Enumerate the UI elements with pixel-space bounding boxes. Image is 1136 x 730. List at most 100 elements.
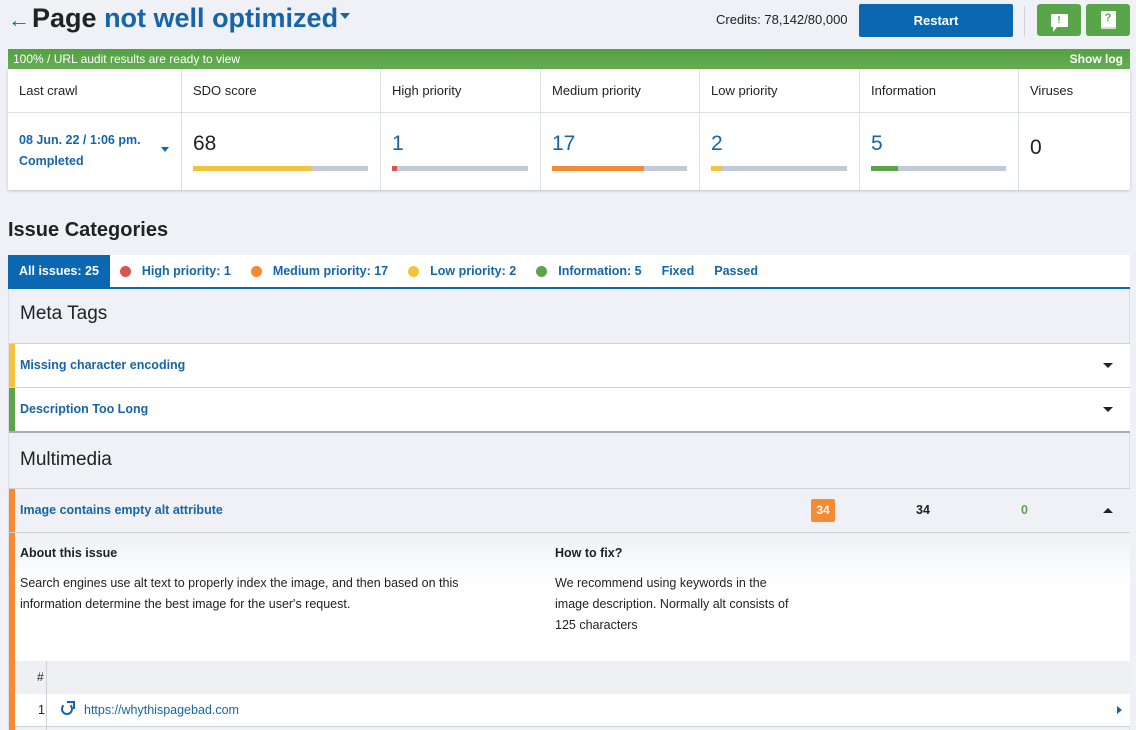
page-title: Page not well optimized: [32, 3, 351, 34]
tab-label: High priority: 1: [141, 264, 231, 278]
feedback-button[interactable]: !: [1037, 4, 1081, 36]
show-log-link[interactable]: Show log: [1070, 49, 1123, 69]
priority-bar-fill: [392, 166, 398, 171]
credits-counter: Credits: 78,142/80,000: [716, 12, 848, 27]
issue-total-count: 34: [916, 503, 930, 517]
external-link-icon[interactable]: [61, 701, 75, 715]
stat-label: Last crawl: [8, 69, 181, 113]
tab-label: Fixed: [661, 264, 695, 278]
top-bar: ← Page not well optimized Credits: 78,14…: [0, 0, 1136, 44]
stats-panel: Last crawl 08 Jun. 22 / 1:06 pm. Complet…: [8, 69, 1130, 190]
priority-indicator: [9, 489, 15, 532]
tab-fixed[interactable]: Fixed: [652, 255, 705, 287]
issue-list: Meta Tags Missing character encoding Des…: [8, 289, 1130, 730]
stat-value[interactable]: 2: [711, 132, 723, 156]
score-bar-fill: [193, 166, 312, 171]
high-priority-dot-icon: [119, 265, 131, 277]
tab-label: Low priority: 2: [430, 264, 517, 278]
tab-high-priority[interactable]: High priority: 1: [110, 255, 241, 287]
medium-priority-dot-icon: [250, 265, 262, 277]
tab-label: Medium priority: 17: [272, 264, 389, 278]
column-header-number: #: [37, 670, 44, 684]
stat-label: SDO score: [182, 69, 380, 113]
stat-value: 68: [193, 132, 217, 155]
exclamation-bubble-icon: !: [1050, 13, 1068, 32]
tab-label: Passed: [714, 264, 759, 278]
urls-table-header: #: [15, 661, 1130, 694]
stat-sdo-score: SDO score 68: [182, 69, 381, 190]
tab-low-priority[interactable]: Low priority: 2: [398, 255, 526, 287]
crawl-date-dropdown[interactable]: 08 Jun. 22 / 1:06 pm. Completed: [19, 130, 141, 172]
stat-high-priority[interactable]: High priority 1: [381, 69, 541, 190]
issue-name[interactable]: Image contains empty alt attribute: [20, 503, 223, 517]
priority-indicator: [9, 533, 15, 662]
fix-text: We recommend using keywords in the image…: [555, 576, 789, 632]
priority-indicator: [9, 388, 15, 431]
url-link[interactable]: https://whythispagebad.com: [84, 703, 239, 717]
tab-all-issues[interactable]: All issues: 25: [8, 255, 110, 287]
priority-bar: [392, 166, 528, 171]
audit-status-bar: 100% / URL audit results are ready to vi…: [8, 49, 1130, 69]
question-book-icon: ?: [1100, 11, 1116, 29]
chevron-down-icon[interactable]: [1103, 407, 1113, 412]
chevron-down-icon[interactable]: [161, 147, 169, 152]
stat-medium-priority[interactable]: Medium priority 17: [541, 69, 700, 190]
information-dot-icon: [536, 265, 548, 277]
stat-viruses: Viruses 0: [1019, 69, 1130, 190]
row-number: 1: [38, 703, 45, 717]
chevron-up-icon[interactable]: [1103, 508, 1113, 513]
stat-label: Medium priority: [541, 69, 699, 113]
status-message: 100% / URL audit results are ready to vi…: [13, 52, 240, 66]
arrow-left-icon[interactable]: ←: [8, 7, 30, 33]
priority-bar-fill: [552, 166, 644, 171]
priority-bar: [552, 166, 687, 171]
chevron-down-icon[interactable]: [1103, 363, 1113, 368]
fix-title: How to fix?: [555, 546, 623, 560]
about-issue: About this issue Search engines use alt …: [20, 546, 500, 615]
divider: [1024, 6, 1025, 36]
tab-label: All issues: 25: [19, 264, 99, 278]
column-divider: [46, 661, 47, 730]
tab-label: Information: 5: [558, 264, 642, 278]
stat-low-priority[interactable]: Low priority 2: [700, 69, 860, 190]
priority-bar-fill: [871, 166, 898, 171]
issue-name[interactable]: Description Too Long: [20, 402, 148, 416]
chevron-right-icon[interactable]: [1117, 706, 1122, 714]
score-bar: [193, 166, 368, 171]
priority-bar: [711, 166, 847, 171]
issue-count-badge: 34: [811, 499, 835, 522]
stat-label: High priority: [381, 69, 540, 113]
tab-information[interactable]: Information: 5: [526, 255, 651, 287]
about-text: Search engines use alt text to properly …: [20, 576, 459, 611]
stat-value[interactable]: 17: [552, 132, 575, 156]
crawl-status: Completed: [19, 154, 84, 168]
stat-value: 0: [1030, 136, 1042, 159]
help-button[interactable]: ?: [1086, 4, 1130, 36]
priority-indicator: [9, 344, 15, 387]
stat-information[interactable]: Information 5: [860, 69, 1019, 190]
crawl-date: 08 Jun. 22 / 1:06 pm.: [19, 133, 141, 147]
priority-bar-fill: [711, 166, 722, 171]
section-title: Issue Categories: [8, 219, 169, 241]
table-row[interactable]: 1 https://whythispagebad.com: [15, 694, 1130, 727]
tab-medium-priority[interactable]: Medium priority: 17: [241, 255, 398, 287]
issue-fixed-count: 0: [1021, 503, 1028, 517]
restart-button[interactable]: Restart: [859, 4, 1013, 37]
title-status-dropdown[interactable]: not well optimized: [104, 3, 338, 33]
issue-row[interactable]: Description Too Long: [9, 387, 1130, 433]
stat-value[interactable]: 1: [392, 132, 404, 156]
issue-row[interactable]: Missing character encoding: [9, 343, 1130, 387]
stat-last-crawl[interactable]: Last crawl 08 Jun. 22 / 1:06 pm. Complet…: [8, 69, 182, 190]
group-title: Multimedia: [20, 449, 112, 470]
issue-row-expanded[interactable]: Image contains empty alt attribute 34 34…: [9, 488, 1130, 532]
title-prefix: Page: [32, 3, 97, 33]
about-title: About this issue: [20, 546, 118, 560]
priority-bar: [871, 166, 1006, 171]
stat-label: Low priority: [700, 69, 859, 113]
group-title: Meta Tags: [20, 303, 108, 324]
stat-label: Information: [860, 69, 1018, 113]
stat-value[interactable]: 5: [871, 132, 883, 156]
tab-passed[interactable]: Passed: [704, 255, 768, 287]
chevron-down-icon[interactable]: [340, 12, 351, 19]
issue-name[interactable]: Missing character encoding: [20, 358, 185, 372]
